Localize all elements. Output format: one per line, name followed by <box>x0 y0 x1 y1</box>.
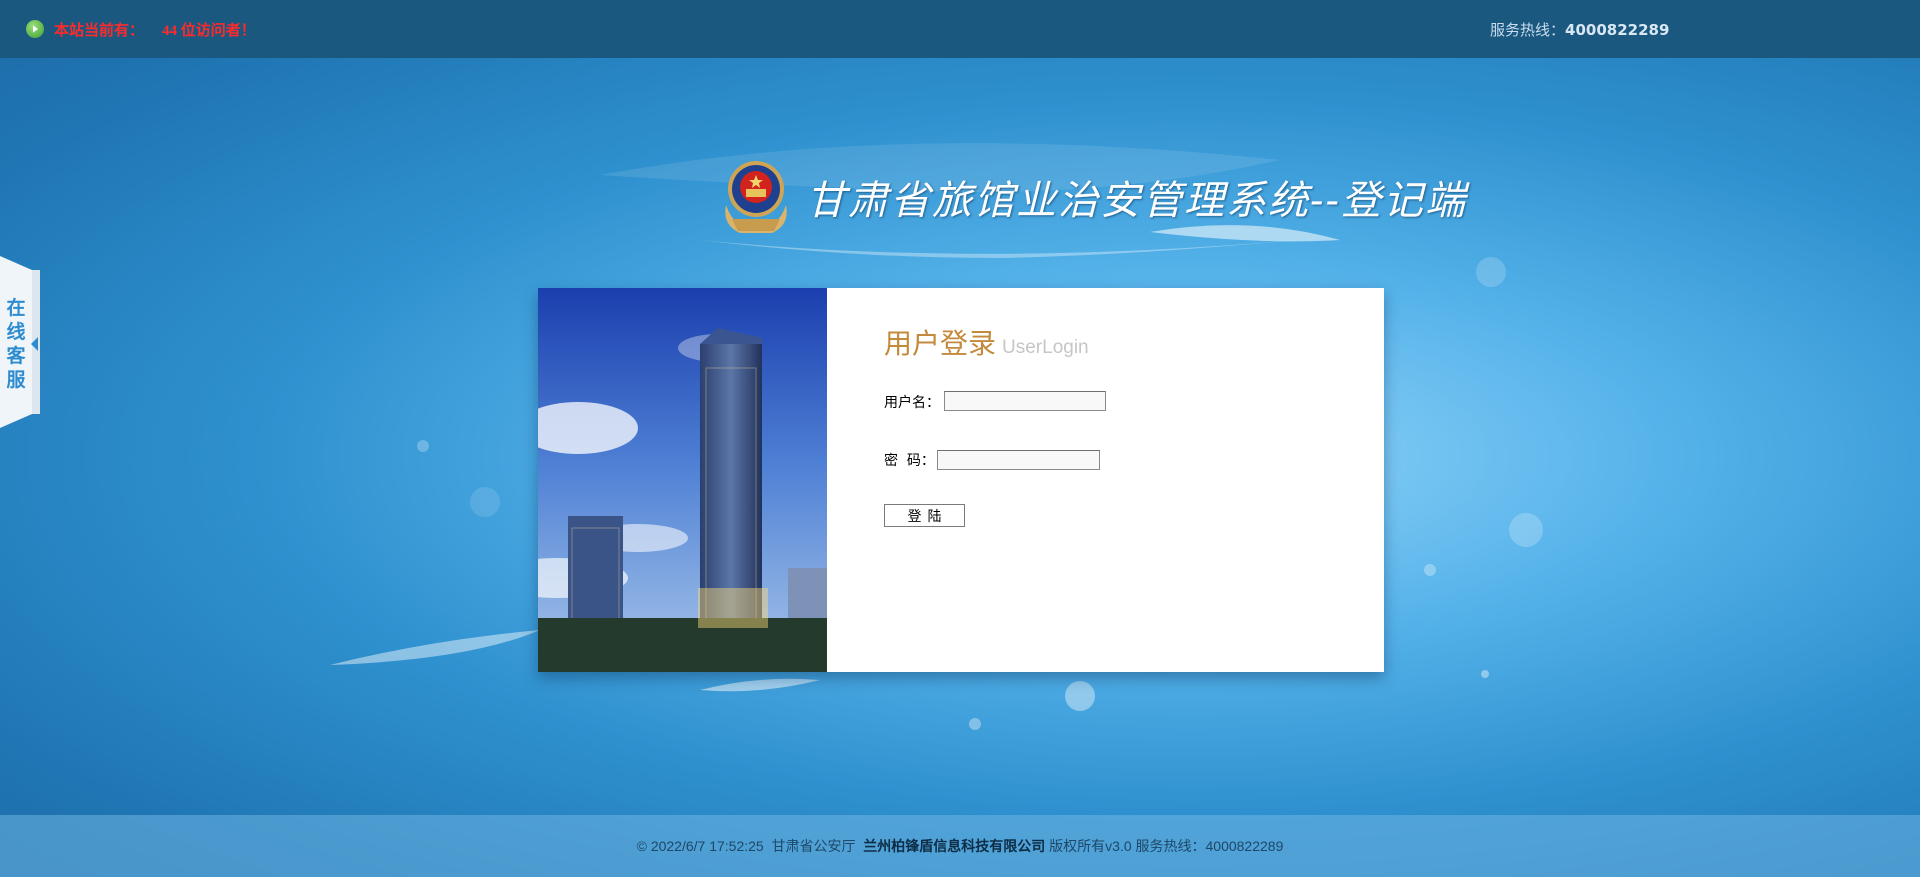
password-label: 密 码： <box>884 453 935 469</box>
login-panel: 用户登录 UserLogin 用户名： 密 码： 登陆 <box>538 288 1384 672</box>
system-title: 甘肃省旅馆业治安管理系统--登记端 <box>718 152 1467 242</box>
username-input[interactable] <box>944 391 1106 411</box>
footer-copyright: © 2022/6/7 17:52:25 甘肃省公安厅 <box>636 838 864 854</box>
login-title-en: UserLogin <box>1002 337 1089 358</box>
top-bar: 本站当前有： 44 位访问者！ 服务热线：4000822289 <box>0 0 1920 58</box>
login-title-cn: 用户登录 <box>884 327 997 360</box>
hotline-number: 4000822289 <box>1565 21 1670 39</box>
login-button[interactable]: 登陆 <box>884 504 965 527</box>
visitor-prefix: 本站当前有： <box>54 22 145 39</box>
footer-rights: 版权所有v3.0 服务热线：4000822289 <box>1045 838 1284 854</box>
police-emblem-icon <box>725 161 787 233</box>
system-title-text: 甘肃省旅馆业治安管理系统--登记端 <box>806 178 1468 224</box>
login-title: 用户登录 UserLogin <box>884 322 1089 362</box>
footer-company: 兰州柏锋盾信息科技有限公司 <box>863 838 1046 854</box>
username-label: 用户名： <box>884 395 940 411</box>
hotline-label: 服务热线： <box>1490 21 1566 39</box>
play-icon <box>26 20 44 38</box>
online-service-tab[interactable]: 在线客服 <box>0 256 40 428</box>
hotline: 服务热线：4000822289 <box>1490 19 1669 40</box>
footer: © 2022/6/7 17:52:25 甘肃省公安厅 兰州柏锋盾信息科技有限公司… <box>0 815 1920 877</box>
building-image <box>538 288 827 672</box>
building-illustration <box>538 288 827 672</box>
caret-left-icon <box>31 337 38 351</box>
visitor-count: 44 位访问者！ <box>162 22 256 39</box>
login-form: 用户登录 UserLogin 用户名： 密 码： 登陆 <box>827 288 1384 672</box>
password-input[interactable] <box>937 450 1100 470</box>
visitor-counter: 本站当前有： 44 位访问者！ <box>26 19 256 39</box>
online-service-label: 在线客服 <box>6 297 26 391</box>
